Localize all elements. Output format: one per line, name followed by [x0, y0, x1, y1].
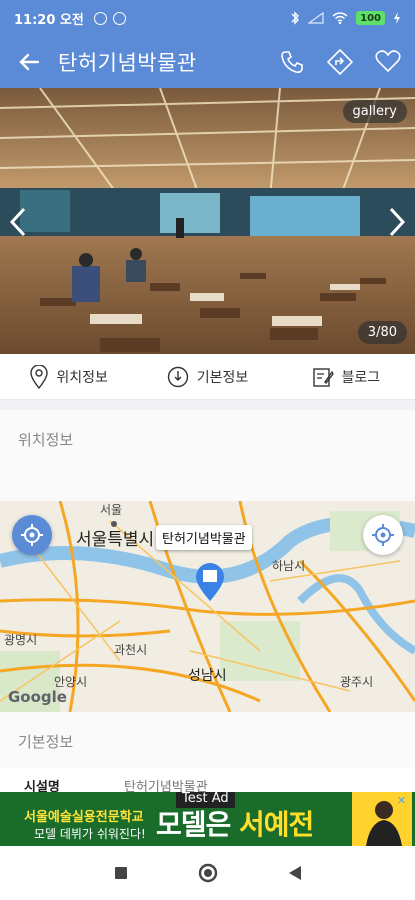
bluetooth-icon	[291, 11, 300, 25]
detail-tabs: 위치정보 기본정보 블로그	[0, 354, 415, 400]
ad-headline-a: 모델은	[156, 808, 240, 841]
map-place-seoul: 서울	[100, 503, 123, 517]
app-bar: 탄허기념박물관	[0, 36, 415, 88]
location-pin-icon	[30, 364, 49, 389]
status-time: 11:20 오전	[14, 12, 84, 28]
map-place-gwangmyeong: 광명시	[4, 633, 38, 647]
directions-icon	[327, 49, 353, 75]
map-place-seongnam: 성남시	[188, 668, 227, 684]
section-divider	[0, 400, 415, 410]
map-center-button[interactable]	[12, 515, 52, 555]
heart-icon	[375, 50, 401, 73]
chevron-right-icon	[389, 207, 406, 237]
facility-name-row: 시설명 탄허기념박물관	[0, 768, 415, 795]
map-poi-label[interactable]: 탄허기념박물관	[156, 525, 252, 550]
info-down-icon	[167, 366, 188, 387]
tab-basic-info-label: 기본정보	[196, 369, 249, 386]
call-button[interactable]	[279, 49, 305, 75]
square-icon	[114, 867, 127, 879]
photo-gallery[interactable]: gallery 3/80	[0, 88, 415, 354]
map-place-hanam: 하남시	[272, 559, 306, 573]
status-notification-icons	[93, 11, 126, 25]
nav-back-button[interactable]	[288, 865, 302, 881]
tab-location-label: 위치정보	[56, 369, 108, 386]
system-nav-bar	[0, 846, 415, 900]
ad-line-1: 서울예술실용전문학교	[24, 810, 144, 825]
tab-location[interactable]: 위치정보	[0, 364, 138, 389]
blog-edit-icon	[312, 367, 334, 387]
gallery-prev-button[interactable]	[6, 206, 30, 238]
gallery-next-button[interactable]	[385, 206, 409, 238]
notification-icon	[112, 11, 126, 25]
my-location-button[interactable]	[363, 515, 403, 555]
map-place-gwacheon: 과천시	[114, 643, 148, 657]
page-title: 탄허기념박물관	[58, 51, 197, 75]
charging-icon	[394, 12, 400, 24]
triangle-back-icon	[288, 866, 301, 880]
directions-button[interactable]	[327, 49, 353, 75]
ad-headline-b: 서예전	[239, 808, 314, 841]
recents-button[interactable]	[114, 866, 128, 880]
arrow-left-icon	[19, 53, 39, 71]
location-section-header	[0, 410, 415, 501]
ad-line-2: 모델 데뷔가 쉬워진다!	[34, 827, 146, 841]
notification-icon	[93, 11, 107, 25]
google-attribution: Google	[8, 688, 67, 706]
status-bar: 11:20 오전 100	[0, 0, 415, 36]
home-button[interactable]	[198, 863, 218, 883]
gallery-button[interactable]: gallery	[342, 100, 407, 123]
gallery-counter: 3/80	[357, 321, 407, 344]
circle-icon	[198, 863, 217, 883]
tab-basic-info[interactable]: 기본정보	[138, 366, 276, 388]
phone-icon	[281, 51, 303, 73]
gallery-photo	[0, 88, 415, 354]
location-section-title: 위치정보	[18, 431, 74, 449]
battery-indicator: 100	[356, 11, 385, 25]
chevron-left-icon	[9, 207, 26, 237]
tab-blog-label: 블로그	[341, 369, 381, 386]
appbar-actions	[279, 49, 415, 75]
crosshair-icon	[21, 524, 43, 546]
ad-close-icon[interactable]: ✕	[397, 794, 411, 808]
basic-section-title: 기본정보	[18, 733, 74, 751]
map-place-seoul-city: 서울특별시	[76, 530, 155, 550]
location-map[interactable]: 서울 서울특별시 하남시 광명시 과천시 안양시 성남시 광주시 탄허기념박물관…	[0, 501, 415, 712]
map-place-gwangju: 광주시	[340, 675, 374, 689]
status-right: 100	[290, 11, 401, 25]
back-button[interactable]	[0, 53, 58, 71]
ad-headline: 모델은 서예전	[156, 803, 314, 843]
tab-blog[interactable]: 블로그	[277, 366, 415, 388]
ad-banner[interactable]: Test Ad 서울예술실용전문학교 모델 데뷔가 쉬워진다! 모델은 서예전 …	[0, 792, 415, 846]
favorite-button[interactable]	[375, 49, 401, 75]
signal-icon	[308, 12, 324, 24]
wifi-icon	[332, 12, 348, 24]
my-location-icon	[372, 524, 394, 546]
